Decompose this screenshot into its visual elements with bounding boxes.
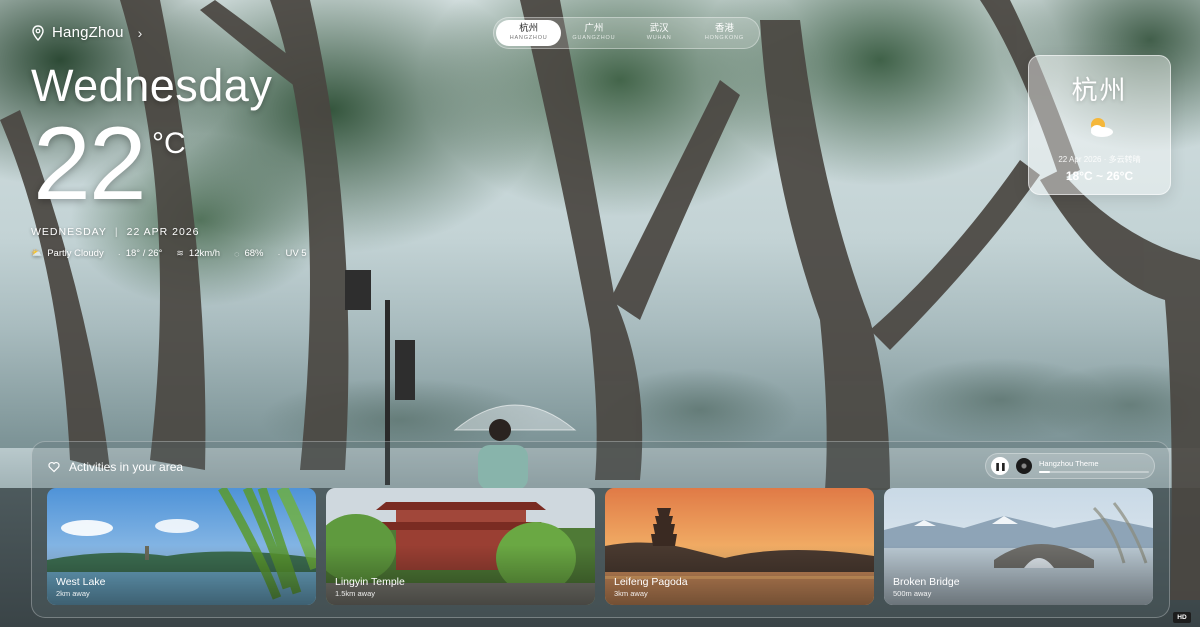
music-player: ❚❚ Hangzhou Theme — [985, 453, 1155, 479]
tab-label: 杭州 — [519, 23, 539, 35]
uv-text: UV 5 — [285, 248, 307, 259]
place-card-lingyin-temple[interactable]: Lingyin Temple 1.5km away — [326, 488, 595, 605]
weekday-title: Wednesday — [31, 60, 273, 111]
activities-header: Activities in your area — [48, 460, 183, 474]
temperature-value: 22 — [33, 106, 147, 222]
activities-panel: Activities in your area ❚❚ Hangzhou Them… — [31, 441, 1170, 618]
partly-sunny-icon — [1090, 118, 1113, 137]
location-pin-icon — [32, 24, 44, 41]
track-progress-fill — [1039, 471, 1050, 473]
vinyl-disc-icon — [1016, 458, 1032, 474]
tab-wuhan[interactable]: 武汉 WUHAN — [627, 20, 692, 46]
tab-sublabel: WUHAN — [646, 34, 672, 41]
humidity-text: 68% — [244, 248, 264, 259]
chevron-right-icon: › — [137, 24, 143, 41]
sun-icon: · — [277, 248, 281, 259]
range-text: 18° / 26° — [125, 248, 163, 259]
uv-stat: · UV 5 — [277, 248, 306, 259]
tab-hongkong[interactable]: 香港 HONGKONG — [692, 20, 757, 46]
city-tabs: 杭州 HANGZHOU 广州 GUANGZHOU 武汉 WUHAN 香港 HON… — [493, 17, 760, 49]
droplet-icon: ◌ — [234, 248, 240, 259]
place-distance: 1.5km away — [335, 589, 376, 598]
heart-icon — [48, 461, 60, 473]
pause-button[interactable]: ❚❚ — [991, 457, 1009, 475]
date-separator: | — [114, 226, 119, 238]
condition-stat: ⛅ Partly Cloudy — [31, 248, 104, 259]
humidity-stat: ◌ 68% — [234, 248, 263, 259]
track-progress-bar[interactable] — [1039, 471, 1149, 473]
place-card-broken-bridge[interactable]: Broken Bridge 500m away — [884, 488, 1153, 605]
tab-guangzhou[interactable]: 广州 GUANGZHOU — [561, 20, 626, 46]
place-name: Leifeng Pagoda — [614, 576, 688, 588]
tab-sublabel: GUANGZHOU — [572, 34, 616, 41]
hd-badge: HD — [1173, 612, 1191, 623]
date-weekday: WEDNESDAY — [31, 226, 107, 238]
wind-icon: ≋ — [176, 248, 184, 258]
tab-sublabel: HONGKONG — [704, 34, 744, 41]
place-distance: 2km away — [56, 589, 90, 598]
date-value: 22 APR 2026 — [126, 226, 200, 238]
places-list: West Lake 2km away Lingyin Temple 1.5km … — [47, 488, 1153, 605]
city-card-date: 22 Apr 2026 · 多云转晴 — [1058, 155, 1141, 164]
place-name: Broken Bridge — [893, 576, 960, 588]
activities-title: Activities in your area — [69, 460, 184, 474]
date-line: WEDNESDAY | 22 APR 2026 — [31, 226, 200, 238]
tab-label: 香港 — [714, 23, 734, 35]
place-distance: 500m away — [893, 589, 932, 598]
tab-sublabel: HANGZHOU — [509, 34, 548, 41]
tab-hangzhou[interactable]: 杭州 HANGZHOU — [496, 20, 562, 46]
temperature-unit: °C — [152, 127, 186, 160]
location-selector[interactable]: HangZhou › — [32, 24, 143, 41]
weather-stats: ⛅ Partly Cloudy · 18° / 26° ≋ 12km/h ◌ 6… — [31, 248, 307, 259]
track-title: Hangzhou Theme — [1039, 459, 1099, 468]
place-name: West Lake — [56, 576, 106, 588]
place-card-leifeng-pagoda[interactable]: Leifeng Pagoda 3km away — [605, 488, 874, 605]
place-card-west-lake[interactable]: West Lake 2km away — [47, 488, 316, 605]
city-card-range: 18°C ~ 26°C — [1065, 169, 1134, 183]
tab-label: 广州 — [584, 23, 604, 35]
thermometer-icon: · — [117, 248, 121, 259]
city-card-name: 杭州 — [1071, 76, 1128, 106]
partly-cloudy-icon: ⛅ — [31, 248, 43, 258]
pause-icon: ❚❚ — [994, 461, 1006, 471]
place-distance: 3km away — [614, 589, 648, 598]
location-city: HangZhou — [52, 24, 124, 41]
tab-label: 武汉 — [649, 23, 669, 35]
city-weather-card[interactable]: 杭州 22 Apr 2026 · 多云转晴 18°C ~ 26°C — [1028, 55, 1171, 195]
wind-text: 12km/h — [188, 248, 221, 259]
condition-text: Partly Cloudy — [47, 248, 104, 259]
range-stat: · 18° / 26° — [118, 248, 163, 259]
wind-stat: ≋ 12km/h — [176, 248, 220, 259]
place-name: Lingyin Temple — [335, 576, 405, 588]
